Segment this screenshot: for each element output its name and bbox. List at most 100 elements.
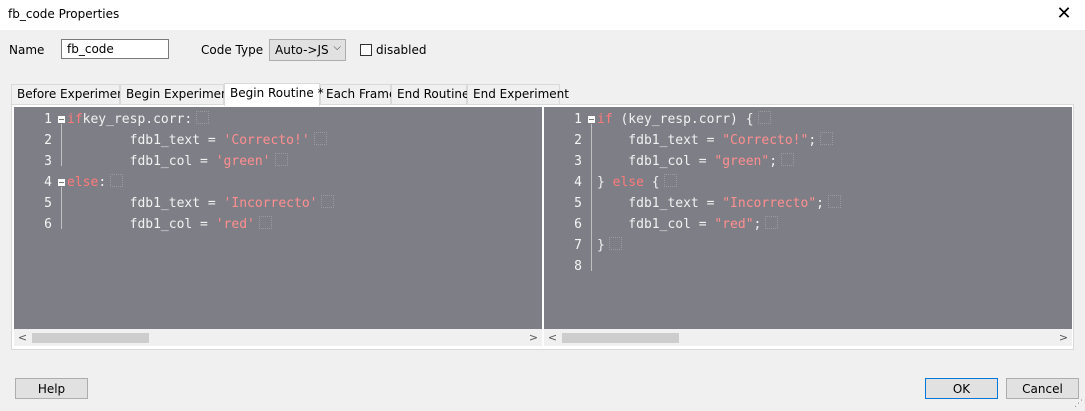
code-text: else: bbox=[67, 172, 124, 193]
code-token: (key_resp.corr) { bbox=[612, 112, 754, 127]
code-token: fdb1_col = bbox=[597, 217, 715, 232]
code-token: ; bbox=[753, 217, 762, 232]
line-number: 4 bbox=[574, 175, 582, 190]
end-of-line-marker bbox=[757, 111, 771, 124]
code-text: fdb1_text = 'Incorrecto' bbox=[67, 193, 335, 214]
line-number: 3 bbox=[574, 154, 582, 169]
line-number: 2 bbox=[574, 133, 582, 148]
tab-before-experiment[interactable]: Before Experiment bbox=[11, 84, 129, 104]
scroll-thumb[interactable] bbox=[32, 333, 149, 343]
code-text: fdb1_text = "Correcto!"; bbox=[597, 130, 834, 151]
code-token: ; bbox=[808, 133, 817, 148]
ok-button[interactable]: OK bbox=[925, 378, 998, 399]
line-number: 4 bbox=[44, 175, 52, 190]
string-token: 'Correcto!' bbox=[223, 133, 310, 148]
disabled-checkbox[interactable] bbox=[360, 44, 372, 56]
tab-end-routine[interactable]: End Routine bbox=[391, 84, 469, 104]
end-of-line-marker bbox=[258, 216, 272, 229]
code-text: } else { bbox=[597, 172, 677, 193]
end-of-line-marker bbox=[827, 195, 841, 208]
code-line: 4 } else { bbox=[544, 172, 1064, 193]
code-text: fdb1_col = 'green' bbox=[67, 151, 288, 172]
code-text: fdb1_text = 'Correcto!' bbox=[67, 130, 327, 151]
scroll-right-icon[interactable]: > bbox=[525, 329, 542, 346]
horizontal-scrollbar[interactable]: < > bbox=[544, 329, 1072, 346]
code-line: 6 fdb1_col = "red"; bbox=[544, 214, 1064, 235]
end-of-line-marker bbox=[321, 195, 335, 208]
code-text: ifkey_resp.corr: bbox=[67, 109, 210, 130]
keyword-token: if bbox=[597, 112, 613, 127]
fold-guide bbox=[61, 124, 62, 166]
code-line: 2 fdb1_text = 'Correcto!' bbox=[14, 130, 534, 151]
line-number: 5 bbox=[574, 196, 582, 211]
line-number: 2 bbox=[44, 133, 52, 148]
line-number: 1 bbox=[574, 112, 582, 127]
end-of-line-marker bbox=[110, 174, 124, 187]
string-token: "red" bbox=[714, 217, 754, 232]
code-text: fdb1_col = "red"; bbox=[597, 214, 779, 235]
tab-each-frame[interactable]: Each Frame bbox=[320, 84, 396, 104]
code-line: 5 fdb1_text = "Incorrecto"; bbox=[544, 193, 1064, 214]
code-token: fdb1_text = bbox=[597, 196, 723, 211]
line-number: 1 bbox=[44, 112, 52, 127]
help-button[interactable]: Help bbox=[15, 378, 88, 399]
python-code-editor[interactable]: 1 ifkey_resp.corr: 2 fdb1_text = 'Correcto… bbox=[14, 107, 542, 346]
code-line: 1 if (key_resp.corr) { bbox=[544, 109, 1064, 130]
string-token: 'Incorrecto' bbox=[223, 196, 318, 211]
end-of-line-marker bbox=[781, 153, 795, 166]
name-field[interactable]: fb_code bbox=[61, 39, 169, 59]
code-token: fdb1_col = bbox=[67, 154, 216, 169]
code-line: 3 fdb1_col = 'green' bbox=[14, 151, 534, 172]
end-of-line-marker bbox=[196, 111, 210, 124]
line-number: 8 bbox=[574, 259, 582, 274]
cancel-button[interactable]: Cancel bbox=[1006, 378, 1079, 399]
code-type-label: Code Type bbox=[201, 43, 264, 57]
string-token: 'red' bbox=[215, 217, 255, 232]
code-token: fdb1_text = bbox=[597, 133, 723, 148]
code-token: : bbox=[98, 175, 107, 190]
code-token: fdb1_text = bbox=[67, 196, 224, 211]
line-number: 3 bbox=[44, 154, 52, 169]
string-token: "Incorrecto" bbox=[722, 196, 817, 211]
string-token: "green" bbox=[714, 154, 770, 169]
fold-guide bbox=[61, 187, 62, 229]
code-line: 5 fdb1_text = 'Incorrecto' bbox=[14, 193, 534, 214]
tab-begin-routine[interactable]: Begin Routine * bbox=[224, 83, 324, 106]
scroll-right-icon[interactable]: > bbox=[1055, 329, 1072, 346]
tab-begin-experiment[interactable]: Begin Experiment bbox=[120, 84, 233, 104]
fold-toggle-icon[interactable] bbox=[58, 179, 65, 186]
scroll-left-icon[interactable]: < bbox=[544, 329, 561, 346]
code-token: fdb1_col = bbox=[67, 217, 216, 232]
tab-end-experiment[interactable]: End Experiment bbox=[467, 84, 569, 104]
code-type-value: Auto->JS bbox=[275, 43, 329, 57]
horizontal-scrollbar[interactable]: < > bbox=[14, 329, 542, 346]
code-line: 4 else: bbox=[14, 172, 534, 193]
close-icon[interactable]: ✕ bbox=[1053, 3, 1075, 25]
line-number: 7 bbox=[574, 238, 582, 253]
code-text: fdb1_text = "Incorrecto"; bbox=[597, 193, 841, 214]
code-text: fdb1_col = 'red' bbox=[67, 214, 272, 235]
line-number: 5 bbox=[44, 196, 52, 211]
code-token: } bbox=[597, 238, 605, 253]
code-line: 7} bbox=[544, 235, 1064, 256]
end-of-line-marker bbox=[274, 153, 288, 166]
chevron-down-icon: ⌵ bbox=[333, 42, 341, 53]
resize-grip-icon[interactable]: ⋰ bbox=[1074, 399, 1083, 409]
fold-toggle-icon[interactable] bbox=[58, 116, 65, 123]
code-type-select[interactable]: Auto->JS ⌵ bbox=[269, 39, 346, 61]
code-text: if (key_resp.corr) { bbox=[597, 109, 771, 130]
code-token: ; bbox=[769, 154, 778, 169]
line-number: 6 bbox=[574, 217, 582, 232]
name-label: Name bbox=[9, 43, 45, 57]
code-token: ; bbox=[816, 196, 824, 211]
fold-toggle-icon[interactable] bbox=[588, 116, 595, 123]
scroll-left-icon[interactable]: < bbox=[14, 329, 31, 346]
code-line: 3 fdb1_col = "green"; bbox=[544, 151, 1064, 172]
javascript-code-editor[interactable]: 1 if (key_resp.corr) { 2 fdb1_text = "Corr… bbox=[544, 107, 1072, 346]
fold-guide bbox=[591, 124, 592, 271]
end-of-line-marker bbox=[608, 237, 622, 250]
keyword-token: if bbox=[67, 112, 83, 127]
scroll-thumb[interactable] bbox=[562, 333, 679, 343]
end-of-line-marker bbox=[820, 132, 834, 145]
disabled-label: disabled bbox=[376, 43, 427, 57]
